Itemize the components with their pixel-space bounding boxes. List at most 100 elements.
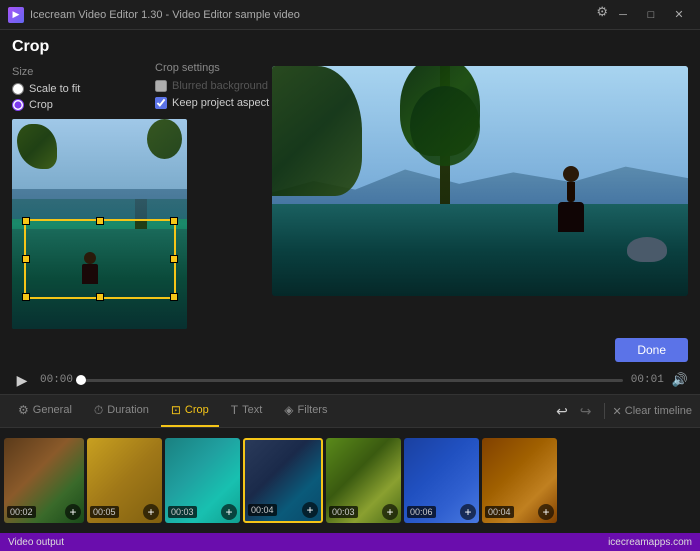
close-button[interactable]: ✕ xyxy=(666,4,692,26)
timeline-clip-7[interactable]: 00:04 + xyxy=(482,438,557,523)
play-button[interactable]: ▶ xyxy=(12,370,32,390)
play-icon: ▶ xyxy=(17,372,28,389)
rp-rock xyxy=(627,237,667,262)
clip-2-add-btn[interactable]: + xyxy=(143,504,159,520)
clip-6-info: 00:06 + xyxy=(407,504,476,520)
rp-figure-body xyxy=(558,202,584,232)
top-section: Size Scale to fit Crop xyxy=(0,62,700,332)
status-right: icecreamapps.com xyxy=(608,537,692,548)
timeline-clip-5[interactable]: 00:03 + xyxy=(326,438,401,523)
timeline: 00:02 + 00:05 + 00:03 + 00:04 + 00:03 + … xyxy=(0,428,700,533)
tab-general[interactable]: ⚙ General xyxy=(8,395,82,427)
clip-6-duration: 00:06 xyxy=(407,506,436,518)
timeline-clip-4[interactable]: 00:04 + xyxy=(243,438,323,523)
status-left: Video output xyxy=(8,537,64,548)
scale-to-fit-radio[interactable] xyxy=(12,83,24,95)
timeline-clip-3[interactable]: 00:03 + xyxy=(165,438,240,523)
clip-3-duration: 00:03 xyxy=(168,506,197,518)
tab-filters-label: Filters xyxy=(298,404,328,416)
clip-3-add-btn[interactable]: + xyxy=(221,504,237,520)
clip-7-add-btn[interactable]: + xyxy=(538,504,554,520)
done-button[interactable]: Done xyxy=(615,338,688,362)
clear-timeline-button[interactable]: ✕ Clear timeline xyxy=(613,405,692,418)
crop-handle-bl[interactable] xyxy=(22,293,30,301)
clip-1-info: 00:02 + xyxy=(7,504,81,520)
progress-bar[interactable] xyxy=(81,379,623,382)
tab-bar: ⚙ General ⏱ Duration ⊡ Crop T Text ◈ Fil… xyxy=(0,394,700,428)
crop-selection-box[interactable] xyxy=(24,219,176,299)
clip-4-duration: 00:04 xyxy=(248,504,277,516)
rp-figure-container xyxy=(558,166,584,232)
crop-handle-rm[interactable] xyxy=(170,255,178,263)
left-palms xyxy=(17,124,57,169)
timeline-clip-1[interactable]: 00:02 + xyxy=(4,438,84,523)
tab-duration[interactable]: ⏱ Duration xyxy=(84,395,159,427)
tab-crop-label: Crop xyxy=(185,404,209,416)
progress-thumb[interactable] xyxy=(76,375,86,385)
clip-7-info: 00:04 + xyxy=(485,504,554,520)
status-bar: Video output icecreamapps.com xyxy=(0,533,700,551)
clip-5-info: 00:03 + xyxy=(329,504,398,520)
crop-handle-tr[interactable] xyxy=(170,217,178,225)
right-preview-image xyxy=(272,66,688,296)
redo-button[interactable]: ↪ xyxy=(576,401,596,422)
duration-icon: ⏱ xyxy=(94,403,103,418)
crop-handle-bm[interactable] xyxy=(96,293,104,301)
tab-text-label: Text xyxy=(242,404,262,416)
palm-area xyxy=(12,119,187,209)
tab-crop[interactable]: ⊡ Crop xyxy=(161,395,219,427)
timeline-clip-2[interactable]: 00:05 + xyxy=(87,438,162,523)
clip-5-add-btn[interactable]: + xyxy=(382,504,398,520)
undo-button[interactable]: ↩ xyxy=(552,401,572,422)
text-icon: T xyxy=(231,403,238,417)
tab-text[interactable]: T Text xyxy=(221,395,273,427)
tab-separator xyxy=(604,403,605,419)
clear-timeline-label: Clear timeline xyxy=(625,405,692,417)
scale-to-fit-label: Scale to fit xyxy=(29,83,80,95)
clip-7-duration: 00:04 xyxy=(485,506,514,518)
maximize-button[interactable]: □ xyxy=(638,4,664,26)
rp-left-foliage xyxy=(272,66,362,196)
crop-handle-br[interactable] xyxy=(170,293,178,301)
done-button-container: Done xyxy=(0,332,700,366)
crop-icon: ⊡ xyxy=(171,403,181,417)
tab-general-label: General xyxy=(33,404,72,416)
filters-icon: ◈ xyxy=(284,403,293,417)
general-icon: ⚙ xyxy=(18,403,29,417)
crop-radio[interactable] xyxy=(12,99,24,111)
blurred-background-checkbox[interactable] xyxy=(155,80,167,92)
titlebar-controls: ⚙ ─ □ ✕ xyxy=(596,4,692,26)
clip-4-add-btn[interactable]: + xyxy=(302,502,318,518)
clip-1-add-btn[interactable]: + xyxy=(65,504,81,520)
small-preview xyxy=(12,119,187,329)
crop-handle-tl[interactable] xyxy=(22,217,30,225)
clip-4-info: 00:04 + xyxy=(248,502,318,518)
video-controls: ▶ 00:00 00:01 🔊 xyxy=(0,366,700,394)
rp-foliage-2 xyxy=(410,86,480,166)
keep-aspect-ratio-checkbox[interactable] xyxy=(155,97,167,109)
titlebar-left: ▶ Icecream Video Editor 1.30 - Video Edi… xyxy=(8,7,300,23)
tab-filters[interactable]: ◈ Filters xyxy=(274,395,337,427)
rp-figure-hair xyxy=(567,182,575,202)
clip-3-info: 00:03 + xyxy=(168,504,237,520)
crop-handle-tm[interactable] xyxy=(96,217,104,225)
timeline-clip-6[interactable]: 00:06 + xyxy=(404,438,479,523)
undo-redo-section: ↩ ↪ ✕ Clear timeline xyxy=(552,401,692,422)
clip-2-duration: 00:05 xyxy=(90,506,119,518)
blurred-background-label: Blurred background xyxy=(172,80,268,92)
page-title: Crop xyxy=(0,30,700,62)
clip-2-info: 00:05 + xyxy=(90,504,159,520)
crop-label: Crop xyxy=(29,99,53,111)
clip-6-add-btn[interactable]: + xyxy=(460,504,476,520)
crop-handle-lm[interactable] xyxy=(22,255,30,263)
time-total: 00:01 xyxy=(631,374,664,386)
rp-figure-head xyxy=(563,166,579,182)
time-current: 00:00 xyxy=(40,374,73,386)
minimize-button[interactable]: ─ xyxy=(610,4,636,26)
right-preview xyxy=(272,66,688,296)
settings-icon[interactable]: ⚙ xyxy=(596,4,608,26)
clip-1-duration: 00:02 xyxy=(7,506,36,518)
volume-icon[interactable]: 🔊 xyxy=(672,372,688,388)
clip-5-duration: 00:03 xyxy=(329,506,358,518)
tab-duration-label: Duration xyxy=(107,404,149,416)
